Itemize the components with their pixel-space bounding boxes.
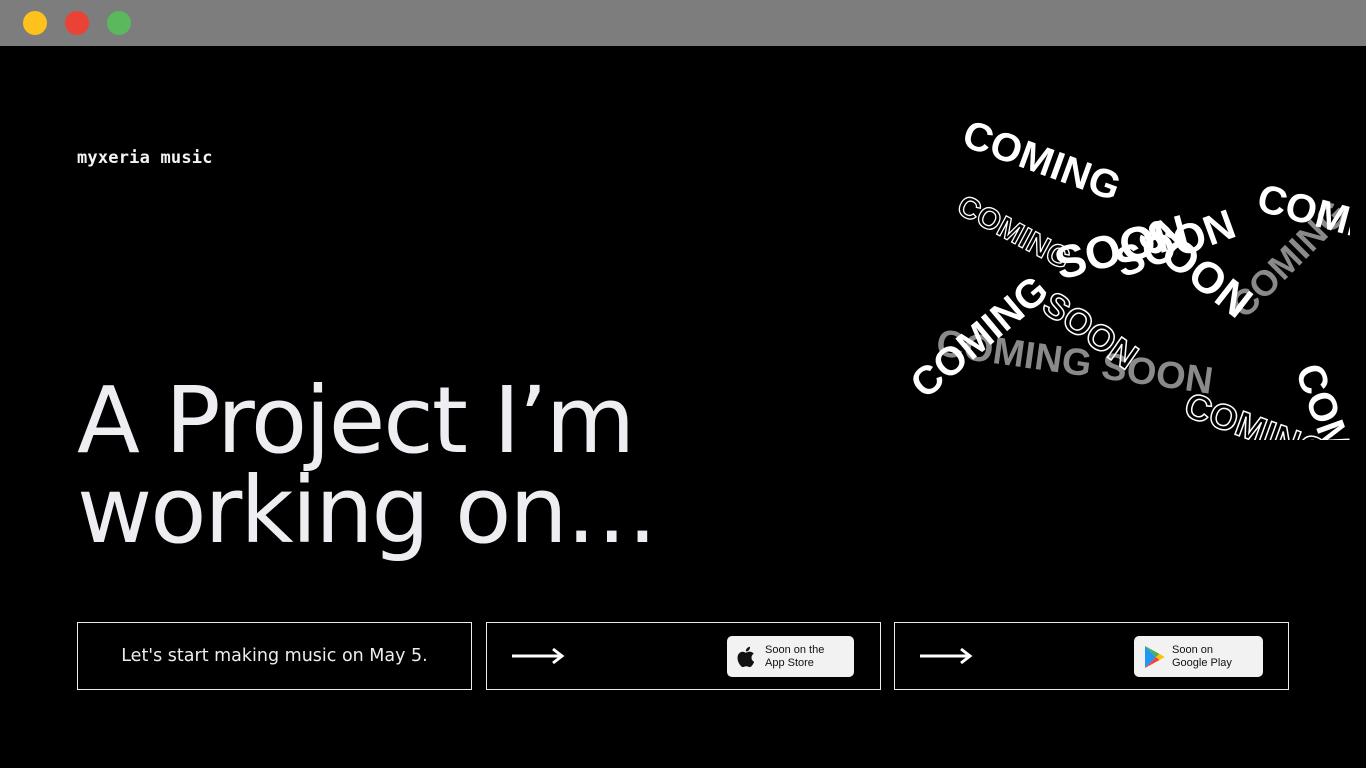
google-play-card[interactable]: Soon on Google Play xyxy=(894,622,1289,690)
google-play-badge-line-1: Soon on xyxy=(1172,643,1213,656)
app-store-badge[interactable]: Soon on the App Store xyxy=(727,636,854,677)
google-play-badge-text: Soon on Google Play xyxy=(1172,644,1232,670)
announcement-card: Let's start making music on May 5. xyxy=(77,622,472,690)
google-play-badge[interactable]: Soon on Google Play xyxy=(1134,636,1263,677)
arrow-right-icon xyxy=(920,647,973,665)
google-play-icon xyxy=(1145,645,1165,668)
app-store-badge-line-1: Soon on the xyxy=(765,643,825,656)
app-store-badge-line-2: App Store xyxy=(765,656,814,669)
window-titlebar xyxy=(0,0,1366,46)
apple-icon xyxy=(737,646,755,667)
page-content: myxeria music A Project I’m working on… … xyxy=(0,46,1366,768)
announcement-text: Let's start making music on May 5. xyxy=(121,646,428,666)
maximize-button[interactable] xyxy=(107,11,131,35)
coming-soon-artwork: COMING SOON COMING COMING COMING SOON CO… xyxy=(903,112,1350,440)
page-title-line-1: A Project I’m xyxy=(77,367,635,474)
app-store-badge-text: Soon on the App Store xyxy=(765,644,824,670)
app-store-card[interactable]: Soon on the App Store xyxy=(486,622,881,690)
google-play-badge-line-2: Google Play xyxy=(1172,656,1232,669)
minimize-button[interactable] xyxy=(23,11,47,35)
page-title-line-2: working on… xyxy=(77,457,658,564)
page-title: A Project I’m working on… xyxy=(77,367,777,564)
artwork-text-white-1: COMING xyxy=(957,112,1127,210)
arrow-right-icon xyxy=(512,647,565,665)
brand-logo[interactable]: myxeria music xyxy=(77,148,213,168)
close-button[interactable] xyxy=(65,11,89,35)
